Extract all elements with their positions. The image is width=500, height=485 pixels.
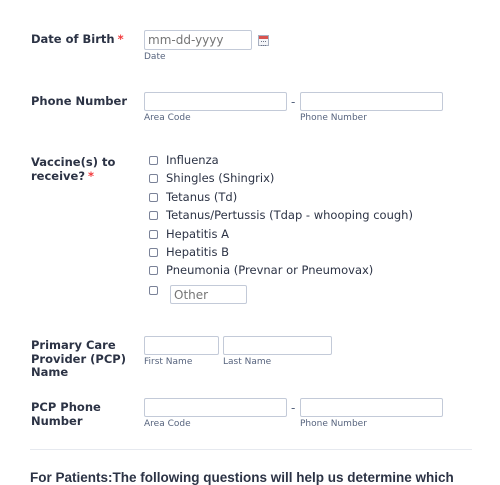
phone-area-sublabel: Area Code (144, 113, 191, 123)
pcp-phone-label: PCP Phone Number (31, 400, 101, 428)
required-mark: * (88, 168, 95, 183)
dob-input[interactable] (144, 30, 252, 50)
phone-area-input[interactable] (144, 92, 287, 111)
pcp-phone-number-input[interactable] (300, 398, 443, 417)
phone-number-sublabel: Phone Number (300, 113, 367, 123)
dob-label: Date of Birth * (31, 32, 124, 47)
pcp-phone-area-sublabel: Area Code (144, 419, 191, 429)
pcp-last-sublabel: Last Name (223, 357, 272, 367)
option-label[interactable]: Hepatitis A (166, 227, 229, 241)
vaccines-label: Vaccine(s) to receive? * (31, 155, 116, 183)
section-divider (30, 449, 472, 450)
section-heading: For Patients:The following questions wil… (30, 470, 454, 485)
option-label[interactable]: Tetanus (Td) (166, 190, 237, 204)
pcp-label-line2: Provider (PCP) (31, 351, 126, 366)
pcp-first-sublabel: First Name (144, 357, 193, 367)
option-label[interactable]: Pneumonia (Prevnar or Pneumovax) (166, 263, 373, 277)
pcp-first-name-input[interactable] (144, 336, 219, 355)
pcp-label: Primary Care Provider (PCP) Name (31, 338, 126, 380)
phone-number-input[interactable] (300, 92, 443, 111)
other-input[interactable] (170, 285, 247, 304)
pcp-phone-number-sublabel: Phone Number (300, 419, 367, 429)
pcp-last-name-input[interactable] (223, 336, 332, 355)
checkbox-hepatitis-b[interactable] (149, 248, 158, 257)
pcp-phone-area-input[interactable] (144, 398, 287, 417)
checkbox-tdap[interactable] (149, 211, 158, 220)
checkbox-pneumonia[interactable] (149, 266, 158, 275)
option-label[interactable]: Hepatitis B (166, 245, 229, 259)
checkbox-shingles[interactable] (149, 174, 158, 183)
calendar-icon[interactable] (258, 35, 269, 46)
pcp-phone-label-line1: PCP Phone (31, 400, 101, 414)
dob-sublabel: Date (144, 52, 166, 62)
checkbox-tetanus-td[interactable] (149, 193, 158, 202)
checkbox-hepatitis-a[interactable] (149, 230, 158, 239)
vaccines-label-line1: Vaccine(s) to (31, 155, 116, 169)
required-mark: * (117, 32, 124, 46)
pcp-label-line3: Name (31, 365, 69, 379)
dob-label-text: Date of Birth (31, 32, 115, 46)
pcp-phone-separator: - (291, 401, 296, 415)
pcp-label-line1: Primary Care (31, 338, 116, 352)
checkbox-influenza[interactable] (149, 156, 158, 165)
vaccines-label-line2: receive? (31, 168, 85, 183)
pcp-phone-label-line2: Number (31, 413, 83, 428)
phone-separator: - (291, 95, 296, 109)
option-label[interactable]: Influenza (166, 153, 219, 167)
phone-label: Phone Number (31, 94, 128, 108)
option-label[interactable]: Tetanus/Pertussis (Tdap - whooping cough… (166, 208, 413, 222)
option-label[interactable]: Shingles (Shingrix) (166, 171, 274, 185)
checkbox-other[interactable] (149, 286, 158, 295)
